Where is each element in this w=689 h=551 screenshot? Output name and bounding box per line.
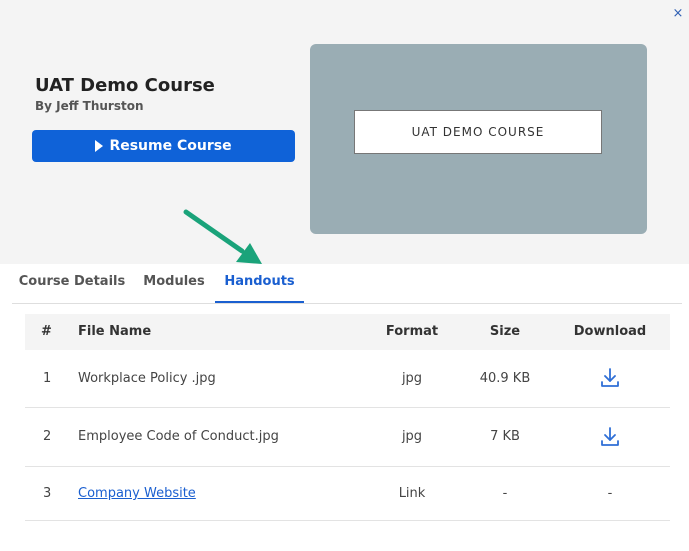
download-icon[interactable] <box>598 425 622 449</box>
file-name: Employee Code of Conduct.jpg <box>78 429 279 444</box>
table-row: 2 Employee Code of Conduct.jpg jpg 7 KB <box>25 408 670 467</box>
download-icon[interactable] <box>598 366 622 390</box>
table-row: 1 Workplace Policy .jpg jpg 40.9 KB <box>25 350 670 408</box>
thumbnail-title: UAT DEMO COURSE <box>354 110 602 154</box>
company-website-link[interactable]: Company Website <box>78 486 196 501</box>
handouts-table: # File Name Format Size Download 1 Workp… <box>25 314 670 521</box>
tab-modules[interactable]: Modules <box>134 264 214 303</box>
row-number: 1 <box>43 371 52 386</box>
row-number: 3 <box>43 486 52 501</box>
course-tabs: Course Details Modules Handouts <box>12 264 682 304</box>
course-thumbnail: UAT DEMO COURSE <box>310 44 647 234</box>
file-size: - <box>502 486 508 501</box>
table-row: 3 Company Website Link - - <box>25 467 670 521</box>
file-format: Link <box>398 486 426 501</box>
course-title: UAT Demo Course <box>35 75 215 96</box>
close-icon[interactable]: × <box>670 6 686 22</box>
tab-course-details[interactable]: Course Details <box>12 264 132 303</box>
file-size: 40.9 KB <box>479 371 531 386</box>
table-header: # File Name Format Size Download <box>25 314 670 350</box>
file-name: Workplace Policy .jpg <box>78 371 216 386</box>
download-cell <box>560 425 660 453</box>
column-header-file-name: File Name <box>78 324 152 339</box>
row-number: 2 <box>43 429 52 444</box>
file-format: jpg <box>401 371 423 386</box>
course-author: By Jeff Thurston <box>35 99 144 113</box>
column-header-download: Download <box>573 324 647 339</box>
resume-course-button[interactable]: Resume Course <box>32 130 295 162</box>
file-size: 7 KB <box>490 429 520 444</box>
play-icon <box>95 140 104 152</box>
column-header-size: Size <box>489 324 521 339</box>
resume-course-label: Resume Course <box>109 138 232 154</box>
download-cell <box>560 366 660 394</box>
column-header-number: # <box>41 324 52 339</box>
tab-handouts[interactable]: Handouts <box>215 264 304 303</box>
course-hero: × UAT Demo Course By Jeff Thurston Resum… <box>0 0 689 264</box>
file-name-link: Company Website <box>78 467 196 520</box>
download-cell: - <box>607 486 613 501</box>
column-header-format: Format <box>385 324 439 339</box>
file-format: jpg <box>401 429 423 444</box>
